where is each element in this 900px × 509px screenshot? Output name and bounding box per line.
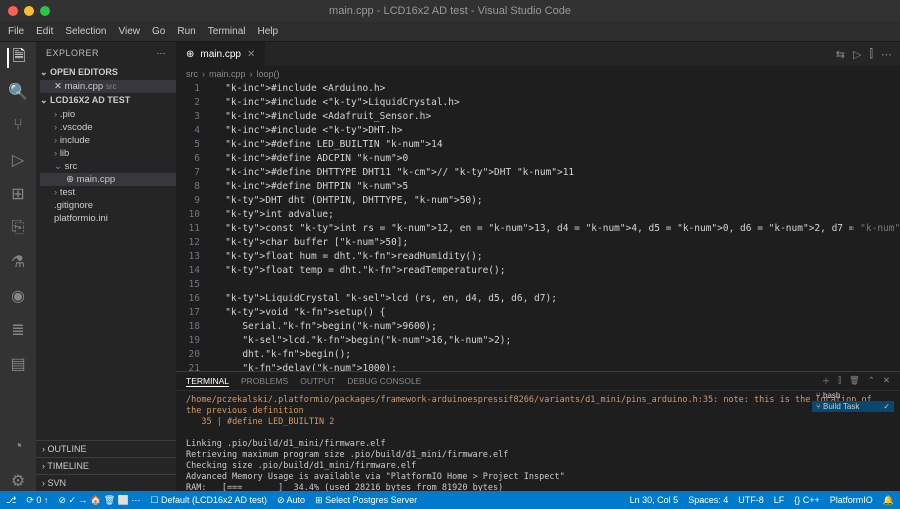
open-editor-item[interactable]: ✕ main.cpp src — [40, 80, 176, 93]
editor-tabs: ⊕main.cpp✕ ⇆ ▷ ⫿ ⋯ — [176, 42, 900, 66]
explorer-icon[interactable]: 🗎 — [7, 48, 27, 68]
trash-icon[interactable]: 🗑 — [849, 375, 860, 387]
more-icon[interactable]: ⋯ — [881, 48, 892, 61]
menu-run[interactable]: Run — [177, 26, 195, 37]
panel: TERMINAL PROBLEMS OUTPUT DEBUG CONSOLE ＋… — [176, 371, 900, 491]
db-icon[interactable]: ≣ — [8, 320, 28, 340]
close-panel-icon[interactable]: ✕ — [883, 375, 890, 387]
menu-view[interactable]: View — [119, 26, 141, 37]
extensions-icon[interactable]: ⊞ — [8, 184, 28, 204]
compare-icon[interactable]: ⇆ — [836, 48, 845, 61]
editor-group: ⊕main.cpp✕ ⇆▷⫿⋯ src › main.cpp › loop() … — [176, 42, 900, 491]
split-icon[interactable]: ⫿ — [869, 48, 873, 61]
breadcrumbs[interactable]: src › main.cpp › loop() — [176, 66, 900, 82]
status-item[interactable]: ☐ Default (LCD16x2 AD test) — [150, 495, 267, 506]
panel-tab-debug[interactable]: DEBUG CONSOLE — [347, 376, 421, 386]
task-Build Task[interactable]: ⑂ Build Task✓ — [812, 401, 894, 412]
menu-selection[interactable]: Selection — [65, 26, 106, 37]
menu-file[interactable]: File — [8, 26, 24, 37]
status-item[interactable]: LF — [774, 495, 785, 506]
code-editor[interactable]: 1234567891011121314151617181920212223242… — [176, 82, 900, 371]
status-item[interactable]: 🔔 — [883, 495, 894, 506]
terminal-output[interactable]: /home/pczekalski/.platformio/packages/fr… — [176, 391, 900, 491]
window-title: main.cpp - LCD16x2 AD test - Visual Stud… — [329, 5, 571, 17]
menubar: File Edit Selection View Go Run Terminal Help — [0, 22, 900, 42]
run-icon[interactable]: ▷ — [853, 48, 861, 61]
status-item[interactable]: ⊞ Select Postgres Server — [315, 495, 417, 506]
status-item[interactable]: UTF-8 — [738, 495, 764, 506]
task-bash[interactable]: ⑂ bash — [812, 390, 894, 401]
maximize-icon[interactable]: ⌃ — [868, 375, 875, 387]
status-bar: ⎇ ⟳ 0 ↑ ⊘ ✓ → 🏠 🗑 ⬜ ⋯ ☐ Default (LCD16x2 A… — [0, 491, 900, 509]
tree-include[interactable]: include — [40, 134, 176, 147]
menu-terminal[interactable]: Terminal — [208, 26, 246, 37]
gear-icon[interactable]: ⚙ — [8, 471, 28, 491]
panel-tab-terminal[interactable]: TERMINAL — [186, 376, 229, 387]
docker-icon[interactable]: ▤ — [8, 354, 28, 374]
project-section[interactable]: LCD16X2 AD TEST — [36, 93, 176, 108]
status-item[interactable]: ⎇ — [6, 495, 16, 506]
panel-tabs: TERMINAL PROBLEMS OUTPUT DEBUG CONSOLE ＋… — [176, 372, 900, 391]
tree-.vscode[interactable]: .vscode — [40, 121, 176, 134]
tab-main-cpp[interactable]: ⊕main.cpp✕ — [176, 42, 266, 66]
remote-icon[interactable]: ⎘ — [8, 218, 28, 238]
status-item[interactable]: ⊘ ✓ → 🏠 🗑 ⬜ ⋯ — [58, 495, 140, 506]
titlebar: main.cpp - LCD16x2 AD test - Visual Stud… — [0, 0, 900, 22]
explorer-title: EXPLORER — [46, 48, 99, 59]
menu-go[interactable]: Go — [152, 26, 165, 37]
status-item[interactable]: Spaces: 4 — [688, 495, 728, 506]
status-item[interactable]: {} C++ — [794, 495, 820, 506]
status-item[interactable]: PlatformIO — [830, 495, 873, 506]
tree-platformio.ini[interactable]: platformio.ini — [40, 212, 176, 225]
scm-icon[interactable]: ⑂ — [8, 116, 28, 136]
status-item[interactable]: Ln 30, Col 5 — [630, 495, 679, 506]
search-icon[interactable]: 🔍 — [8, 82, 28, 102]
svn-section[interactable]: › SVN — [36, 474, 176, 491]
tree-.pio[interactable]: .pio — [40, 108, 176, 121]
terminal-list: ⑂ bash⑂ Build Task✓ — [812, 390, 894, 412]
debug-icon[interactable]: ▷ — [8, 150, 28, 170]
tree-lib[interactable]: lib — [40, 147, 176, 160]
more-icon[interactable]: ⋯ — [157, 48, 167, 59]
menu-edit[interactable]: Edit — [36, 26, 53, 37]
panel-tab-output[interactable]: OUTPUT — [300, 376, 335, 386]
split-terminal-icon[interactable]: ⫿ — [838, 375, 841, 387]
test-icon[interactable]: ⚗ — [8, 252, 28, 272]
sidebar: EXPLORER ⋯ OPEN EDITORS ✕ main.cpp src LC… — [36, 42, 176, 491]
tree-test[interactable]: test — [40, 186, 176, 199]
tree-main.cpp[interactable]: ⊕ main.cpp — [40, 173, 176, 186]
tree-.gitignore[interactable]: .gitignore — [40, 199, 176, 212]
window-controls[interactable] — [8, 6, 50, 16]
open-editors-section[interactable]: OPEN EDITORS — [36, 65, 176, 80]
close-icon[interactable]: ✕ — [247, 49, 255, 60]
outline-section[interactable]: › OUTLINE — [36, 440, 176, 457]
pio-icon[interactable]: ◉ — [8, 286, 28, 306]
tree-src[interactable]: src — [40, 160, 176, 173]
timeline-section[interactable]: › TIMELINE — [36, 457, 176, 474]
status-item[interactable]: ⟳ 0 ↑ — [26, 495, 48, 506]
activity-bar: 🗎 🔍 ⑂ ▷ ⊞ ⎘ ⚗ ◉ ≣ ▤ ◔ ⚙ — [0, 42, 36, 491]
status-item[interactable]: ⊘ Auto — [277, 495, 305, 506]
new-terminal-icon[interactable]: ＋ — [822, 375, 831, 387]
panel-tab-problems[interactable]: PROBLEMS — [241, 376, 288, 386]
account-icon[interactable]: ◔ — [8, 437, 28, 457]
menu-help[interactable]: Help — [258, 26, 279, 37]
minimap[interactable] — [852, 82, 900, 371]
